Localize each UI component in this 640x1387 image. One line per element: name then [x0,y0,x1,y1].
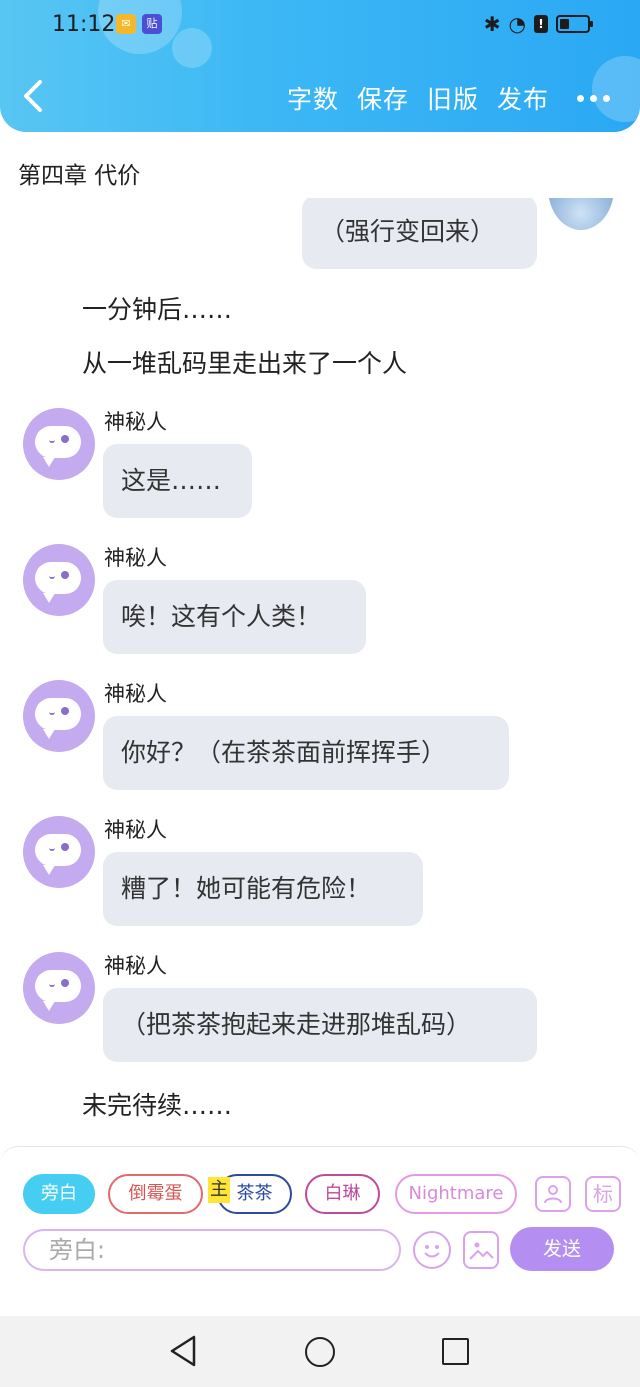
status-icons: ✱ ◔ ! [483,12,593,36]
role-chip[interactable]: 倒霉蛋 [108,1174,203,1214]
cloud-icon [35,834,81,875]
speaker-name: 神秘人 [104,818,167,842]
emoji-icon[interactable] [413,1231,451,1269]
speaker-name: 神秘人 [104,546,167,570]
status-bar: 11:12 ✉ 贴 ✱ ◔ ! [52,10,593,40]
main-role-tag: 主 [208,1177,230,1203]
cloud-icon [35,426,81,467]
cloud-icon [35,698,81,739]
header-actions: 字数 保存 旧版 发布 [287,80,610,116]
cloud-icon [35,562,81,603]
wifi-icon: ◔ [508,12,526,36]
avatar[interactable] [23,816,95,888]
status-time: 11:12 [52,12,116,37]
alert-icon: ! [534,15,548,33]
role-chip[interactable]: Nightmare [395,1174,517,1214]
message-bubble[interactable]: （强行变回来） [302,198,537,269]
send-button[interactable]: 发送 [510,1227,614,1271]
chat-area[interactable]: （强行变回来） 一分钟后…… 从一堆乱码里走出来了一个人 神秘人 这是…… 神秘… [0,198,640,1143]
message-input[interactable]: 旁白: [23,1229,401,1271]
system-nav-bar [0,1316,640,1387]
speaker-name: 神秘人 [104,954,167,978]
battery-icon [556,15,593,33]
message-bubble[interactable]: 你好？（在茶茶面前挥挥手） [103,716,509,790]
publish-button[interactable]: 发布 [497,80,549,116]
role-chip-narrator[interactable]: 旁白 [23,1174,95,1214]
speaker-name: 神秘人 [104,410,167,434]
role-chip[interactable]: 白琳 [305,1174,380,1214]
tag-icon[interactable]: 标 [585,1176,621,1212]
composer: 旁白 倒霉蛋 茶茶 主 白琳 Nightmare 标 旁白: 发送 [0,1146,640,1316]
nav-recents-icon[interactable] [442,1338,469,1365]
avatar[interactable] [23,952,95,1024]
chapter-title: 第四章 代价 [18,163,141,189]
back-button[interactable] [18,78,58,118]
avatar[interactable] [23,544,95,616]
narration-text[interactable]: 未完待续…… [82,1086,232,1122]
avatar[interactable] [23,408,95,480]
nav-home-icon[interactable] [305,1337,335,1367]
image-icon[interactable] [463,1231,499,1269]
narration-text[interactable]: 一分钟后…… [82,290,232,326]
message-bubble[interactable]: 这是…… [103,444,252,518]
chevron-left-icon [24,80,42,112]
speaker-name: 神秘人 [104,682,167,706]
mail-icon: ✉ [116,14,136,34]
old-version-button[interactable]: 旧版 [427,80,479,116]
add-role-icon[interactable] [535,1176,571,1212]
picture-icon [469,1242,494,1260]
avatar[interactable] [548,198,614,230]
tieba-icon: 贴 [142,14,162,34]
nav-back-icon[interactable] [168,1334,198,1368]
top-bar: 11:12 ✉ 贴 ✱ ◔ ! 字数 保存 旧版 发布 [0,0,640,132]
message-bubble[interactable]: 唉！这有个人类！ [103,580,366,654]
save-button[interactable]: 保存 [357,80,409,116]
person-icon [544,1185,562,1204]
word-count-button[interactable]: 字数 [287,80,339,116]
narration-text[interactable]: 从一堆乱码里走出来了一个人 [82,344,407,380]
bluetooth-icon: ✱ [483,12,501,36]
cloud-icon [35,970,81,1011]
smile-icon [424,1245,440,1258]
message-bubble[interactable]: （把茶茶抱起来走进那堆乱码） [103,988,537,1062]
more-icon[interactable] [577,94,610,102]
avatar[interactable] [23,680,95,752]
message-bubble[interactable]: 糟了！她可能有危险！ [103,852,423,926]
